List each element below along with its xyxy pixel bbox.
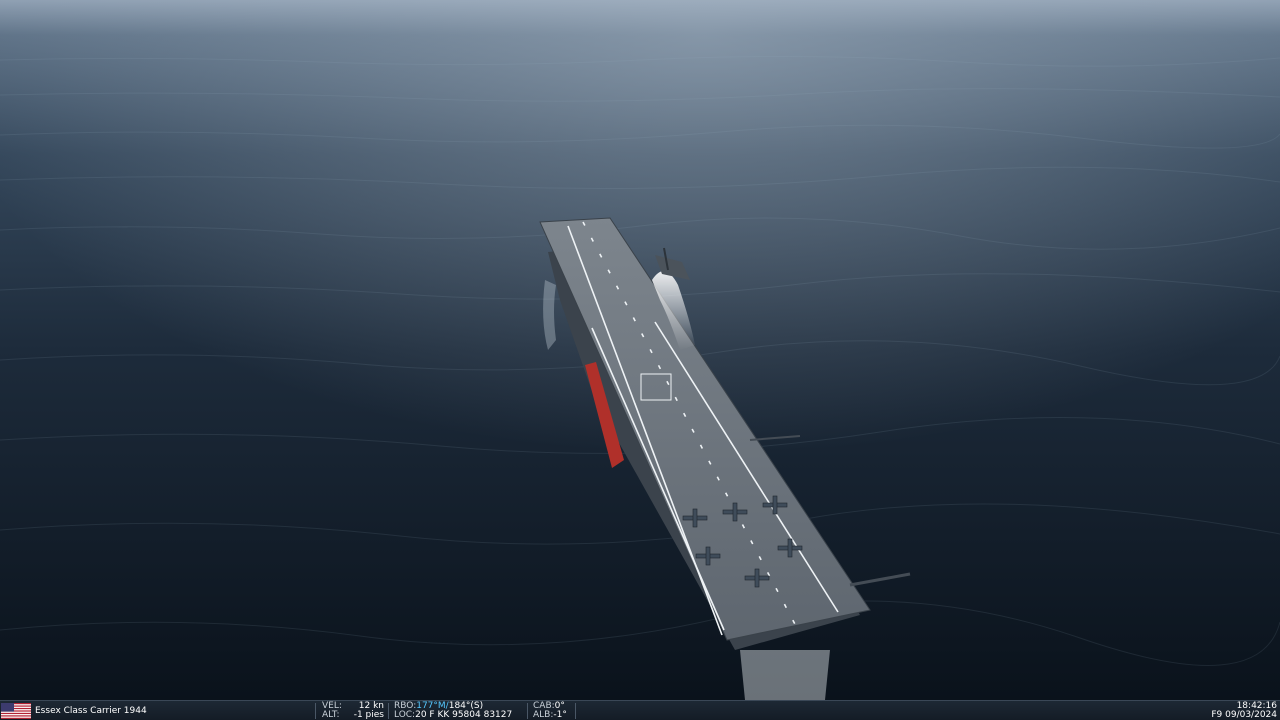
pitch-roll-readout: CAB:0° ALB:-1°	[533, 702, 573, 720]
divider	[315, 703, 316, 719]
bearing-location-readout: RBO:177°M/184°(S) LOC:20 F KK 95804 8312…	[394, 702, 524, 720]
divider	[575, 703, 576, 719]
status-bar: Essex Class Carrier 1944 VEL: 12 kn ALT: -…	[0, 700, 1280, 720]
divider	[388, 703, 389, 719]
loc-label: LOC:	[394, 710, 416, 720]
speed-altitude-readout: VEL: 12 kn ALT: -1 pies	[322, 702, 384, 720]
stern-wake	[740, 650, 830, 700]
game-viewport[interactable]	[0, 0, 1280, 700]
alt-label: ALT:	[322, 710, 340, 720]
us-flag-icon	[1, 703, 31, 719]
divider	[527, 703, 528, 719]
clock-readout: 18:42:16 F9 09/03/2024	[1187, 702, 1277, 720]
alb-label: ALB:	[533, 710, 554, 720]
loc-value: 20 F KK 95804 83127	[415, 710, 513, 720]
clock-date: F9 09/03/2024	[1211, 710, 1277, 720]
alb-value: -1°	[553, 710, 567, 720]
alt-value: -1 pies	[353, 710, 384, 720]
unit-name[interactable]: Essex Class Carrier 1944	[35, 706, 147, 716]
